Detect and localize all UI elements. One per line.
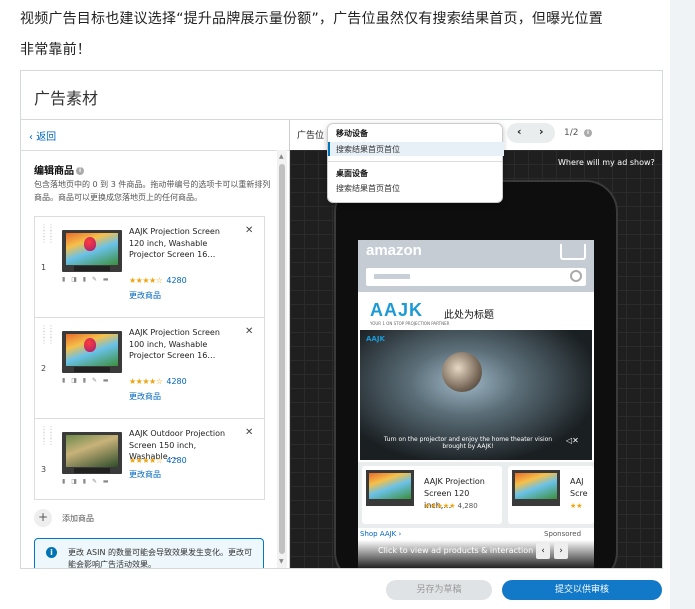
sponsored-label: Sponsored	[544, 530, 582, 538]
intro-line-1: 视频广告目标也建议选择“提升品牌展示量份额”，广告位虽然仅有搜索结果首页，但曝光…	[20, 11, 603, 27]
preview-pager: ‹ ›	[507, 123, 555, 143]
save-draft-button[interactable]: 另存为草稿	[386, 580, 492, 600]
prev-icon[interactable]: ‹	[517, 125, 522, 138]
ad-headline: 此处为标题	[444, 310, 494, 321]
info-icon[interactable]: i	[76, 167, 84, 175]
info-notice: i 更改 ASIN 的数量可能会导致效果发生变化。更改可能会影响广告活动效果。	[34, 538, 264, 568]
drag-handle-icon[interactable]: ⋮⋮ ⋮⋮ ⋮⋮	[40, 325, 55, 345]
brand-tagline: YOUR 1 ON STOP PROJECTION PARTNER	[370, 321, 450, 326]
scrollbar-thumb[interactable]	[279, 164, 285, 554]
product-number: 3	[41, 465, 47, 474]
card-image	[366, 470, 414, 506]
carousel-prev-icon[interactable]: ‹	[536, 543, 550, 559]
feature-icons: ▮ ◨ ▮ ✎ ▬	[62, 377, 111, 384]
carousel-next-icon[interactable]: ›	[554, 543, 568, 559]
card-name: AAJ Scre	[570, 477, 588, 498]
remove-product-icon[interactable]: ✕	[245, 326, 253, 337]
drag-handle-icon[interactable]: ⋮⋮ ⋮⋮ ⋮⋮	[40, 224, 55, 244]
video-caption: Turn on the projector and enjoy the home…	[383, 436, 553, 450]
video-astronaut-image	[442, 352, 482, 392]
cart-icon	[560, 244, 586, 260]
dropdown-group-desktop: 桌面设备	[336, 169, 368, 178]
video-player[interactable]: AAJK Turn on the projector and enjoy the…	[360, 330, 592, 460]
edit-products-title: 编辑商品 i	[34, 162, 84, 177]
info-circle-icon: i	[46, 547, 57, 558]
mute-icon[interactable]: ◁✕	[566, 436, 579, 445]
panel-header: 广告素材	[21, 71, 662, 120]
amazon-logo: amazon	[366, 242, 422, 259]
preview-stage: Where will my ad show? amazon AAJK YOUR …	[290, 150, 662, 568]
page-number: 1/2	[564, 128, 579, 138]
search-icon	[570, 270, 582, 282]
dropdown-item-desktop-top[interactable]: 搜索结果首页首位	[336, 183, 400, 194]
product-carousel: AAJK Projection Screen 120 inch,… ★★★★★ …	[358, 462, 594, 528]
product-name: AAJK Projection Screen 120 inch, Washabl…	[129, 227, 220, 259]
remove-product-icon[interactable]: ✕	[245, 225, 253, 236]
product-rating: ★★★★☆ 4280	[129, 456, 187, 465]
remove-product-icon[interactable]: ✕	[245, 427, 253, 438]
scroll-down-icon[interactable]: ▼	[279, 558, 284, 565]
amazon-search-bar	[366, 268, 586, 286]
change-product-link[interactable]: 更改商品	[129, 391, 161, 402]
back-link[interactable]: ‹ 返回	[29, 128, 56, 143]
feature-icons: ▮ ◨ ▮ ✎ ▬	[62, 276, 111, 283]
feature-icons: ▮ ◨ ▮ ✎ ▬	[62, 478, 111, 485]
phone-screen: amazon AAJK YOUR 1 ON STOP PROJECTION PA…	[358, 240, 594, 568]
placement-dropdown[interactable]: 移动设备 搜索结果首页首位 桌面设备 搜索结果首页首位	[327, 123, 504, 203]
product-image	[62, 331, 122, 373]
intro-line-2: 非常靠前！	[20, 42, 91, 58]
brand-logo: AAJK	[370, 300, 424, 320]
back-row: ‹ 返回	[21, 120, 289, 151]
product-rating: ★★★★☆ 4280	[129, 276, 187, 285]
shop-brand-link[interactable]: Shop AAJK ›	[360, 530, 401, 538]
product-list: ⋮⋮ ⋮⋮ ⋮⋮ 1 ▮ ◨ ▮ ✎ ▬ AAJK Projection Scree…	[34, 216, 265, 500]
preview-panel: 广告位 ‹ › 1/2 i Where will my ad show? ama…	[290, 120, 662, 568]
scroll-up-icon[interactable]: ▲	[279, 153, 284, 160]
product-item-3[interactable]: ⋮⋮ ⋮⋮ ⋮⋮ 3 ▮ ◨ ▮ ✎ ▬ AAJK Outdoor Projecti…	[35, 419, 264, 499]
product-number: 2	[41, 364, 47, 373]
intro-text: 视频广告目标也建议选择“提升品牌展示量份额”，广告位虽然仅有搜索结果首页，但曝光…	[20, 4, 680, 66]
drag-handle-icon[interactable]: ⋮⋮ ⋮⋮ ⋮⋮	[40, 426, 55, 446]
placement-label: 广告位	[297, 131, 325, 141]
page-scroll-strip	[670, 0, 695, 609]
product-image	[62, 432, 122, 474]
cta-bar: Click to view ad products & interaction …	[358, 540, 594, 568]
change-product-link[interactable]: 更改商品	[129, 469, 161, 480]
carousel-card-2[interactable]: AAJ Scre ★★	[508, 466, 594, 524]
amazon-header: amazon	[358, 240, 594, 292]
left-editor: ‹ 返回 编辑商品 i 包含落地页中的 0 到 3 件商品。拖动带编号的选项卡可以…	[21, 120, 290, 568]
card-rating: ★★	[570, 502, 583, 510]
product-item-2[interactable]: ⋮⋮ ⋮⋮ ⋮⋮ 2 ▮ ◨ ▮ ✎ ▬ AAJK Projection Scree…	[35, 318, 264, 419]
notice-text: 更改 ASIN 的数量可能会导致效果发生变化。更改可能会影响广告活动效果。	[68, 548, 252, 568]
panel-title: 广告素材	[34, 89, 99, 108]
product-rating: ★★★★☆ 4280	[129, 377, 187, 386]
card-rating: ★★★★★ 4,280	[424, 502, 478, 510]
product-item-1[interactable]: ⋮⋮ ⋮⋮ ⋮⋮ 1 ▮ ◨ ▮ ✎ ▬ AAJK Projection Scree…	[35, 217, 264, 318]
video-brand-logo: AAJK	[366, 335, 385, 343]
cta-text: Click to view ad products & interaction	[378, 546, 534, 555]
next-icon[interactable]: ›	[539, 125, 544, 138]
where-ad-show-link[interactable]: Where will my ad show?	[558, 158, 655, 167]
submit-review-button[interactable]: 提交以供审核	[502, 580, 662, 600]
plus-icon: +	[34, 509, 52, 527]
left-scrollbar[interactable]: ▲ ▼	[277, 150, 287, 568]
dropdown-group-mobile: 移动设备	[336, 129, 368, 138]
card-image	[512, 470, 560, 506]
dropdown-item-mobile-top[interactable]: 搜索结果首页首位	[336, 144, 400, 155]
edit-products-desc: 包含落地页中的 0 到 3 件商品。拖动带编号的选项卡可以重新排列商品。商品可以…	[34, 180, 271, 202]
product-name: AAJK Projection Screen 100 inch, Washabl…	[129, 328, 220, 360]
info-icon[interactable]: i	[584, 129, 592, 137]
product-number: 1	[41, 263, 47, 272]
dropdown-divider	[328, 161, 502, 162]
change-product-link[interactable]: 更改商品	[129, 290, 161, 301]
add-product-label: 添加商品	[62, 514, 94, 523]
product-image	[62, 230, 122, 272]
ad-creative-panel: 广告素材 ‹ 返回 编辑商品 i 包含落地页中的 0 到 3 件商品。拖动带编号的…	[20, 70, 663, 569]
carousel-card-1[interactable]: AAJK Projection Screen 120 inch,… ★★★★★ …	[362, 466, 502, 524]
brand-row: AAJK YOUR 1 ON STOP PROJECTION PARTNER 此…	[358, 294, 594, 334]
action-buttons: 另存为草稿 提交以供审核	[0, 572, 695, 609]
